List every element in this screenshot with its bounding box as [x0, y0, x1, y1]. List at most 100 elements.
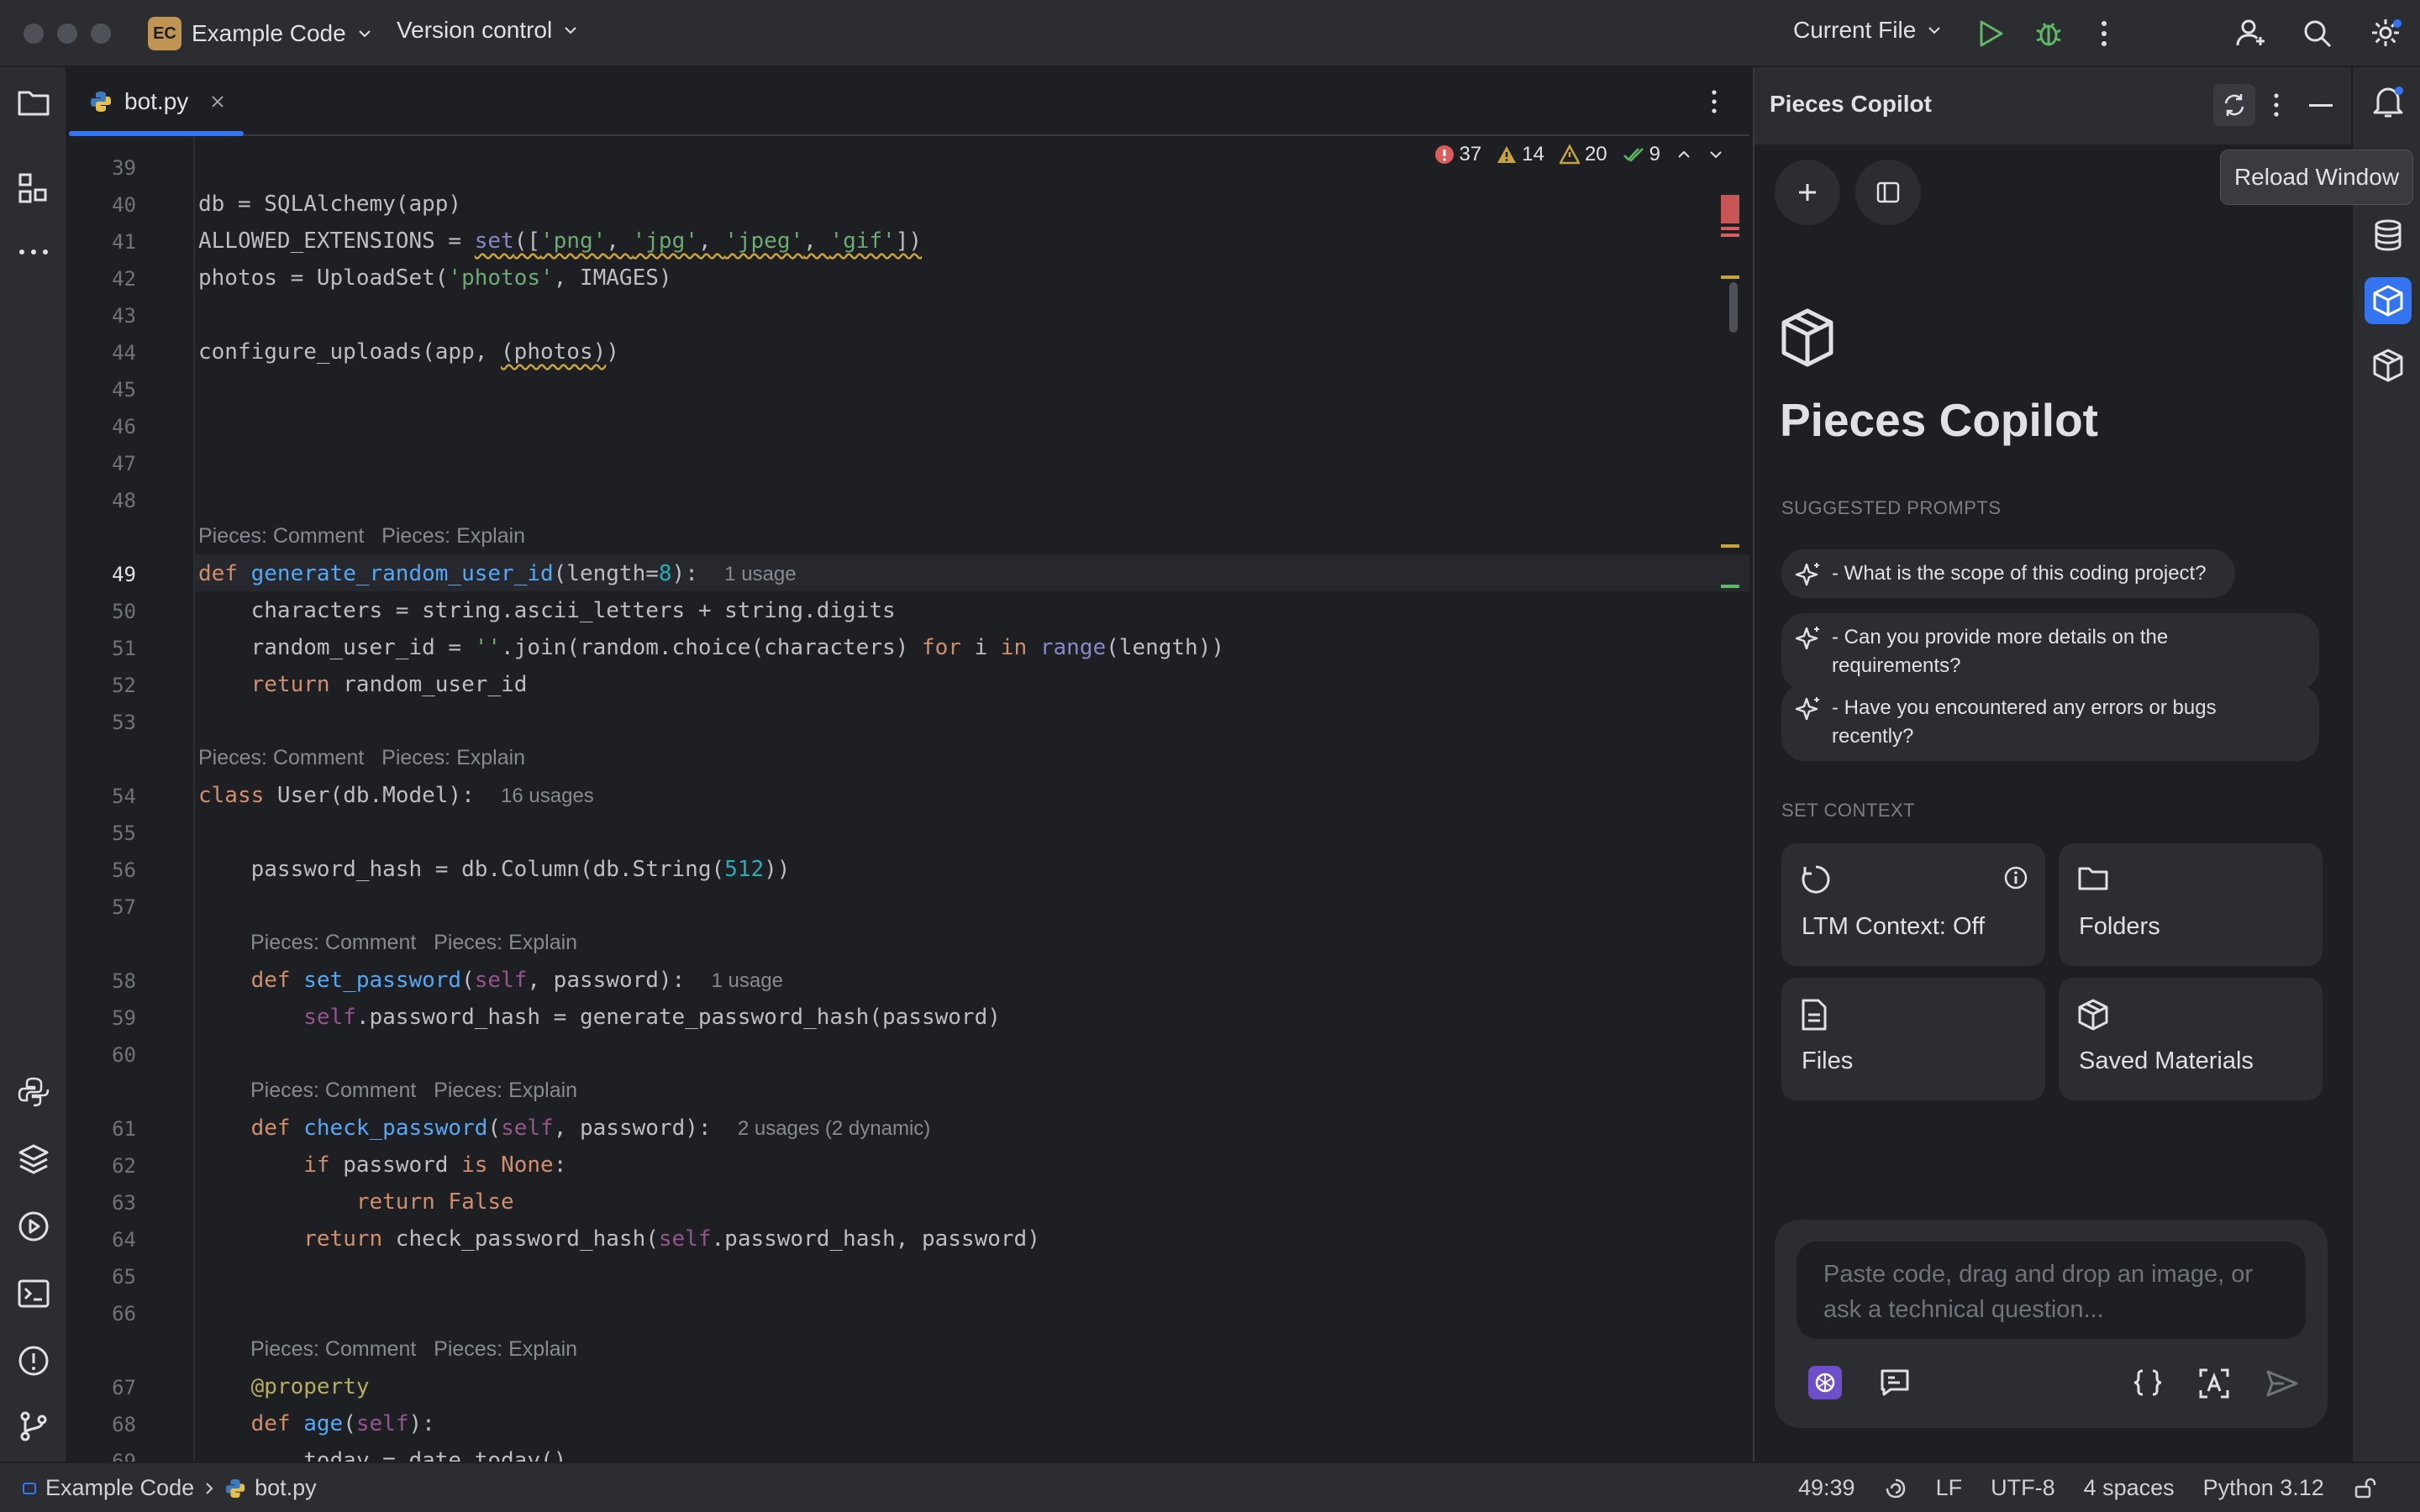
- toggle-sidebar-button[interactable]: [1855, 160, 1921, 225]
- error-count-value: 37: [1459, 143, 1482, 165]
- pieces-comment-link[interactable]: Pieces: Comment: [198, 746, 364, 769]
- indent-setting[interactable]: 4 spaces: [2084, 1475, 2175, 1501]
- hide-panel-button[interactable]: [2309, 104, 2333, 108]
- vcs-selector[interactable]: Version control: [397, 17, 579, 44]
- project-selector[interactable]: EC Example Code: [148, 17, 373, 50]
- send-button[interactable]: [2265, 1369, 2299, 1398]
- suggested-prompt[interactable]: - Have you encountered any errors or bug…: [1781, 684, 2319, 761]
- services-tool-button[interactable]: [17, 1210, 50, 1243]
- run-config-selector[interactable]: Current File: [1793, 17, 1943, 44]
- pieces-explain-link[interactable]: Pieces: Explain: [381, 746, 525, 769]
- breadcrumb-file[interactable]: bot.py: [255, 1475, 317, 1501]
- structure-tool-button[interactable]: [17, 171, 50, 205]
- more-actions-button[interactable]: [2096, 20, 2112, 47]
- image-text-button[interactable]: [2198, 1368, 2230, 1399]
- line-number: 41: [112, 230, 136, 254]
- pieces-logo: [1780, 307, 1835, 368]
- pieces-explain-link[interactable]: Pieces: Explain: [434, 1337, 577, 1361]
- layers-tool-button[interactable]: [17, 1142, 50, 1176]
- breadcrumb-project[interactable]: Example Code: [45, 1475, 194, 1501]
- minimize-window-button[interactable]: [57, 24, 77, 44]
- python-icon: [18, 1077, 50, 1107]
- usage-hint[interactable]: 2 usages (2 dynamic): [738, 1117, 930, 1140]
- chat-input[interactable]: Paste code, drag and drop an image, or a…: [1797, 1242, 2306, 1339]
- pieces-drive-tool-button[interactable]: [2371, 348, 2405, 383]
- ai-assistant-icon[interactable]: [1884, 1477, 1907, 1500]
- line-ending[interactable]: LF: [1936, 1475, 1963, 1501]
- chevron-down-icon: [358, 30, 371, 38]
- chevron-down-icon[interactable]: [1707, 146, 1724, 163]
- python-file-icon: [91, 92, 111, 112]
- python-packages-button[interactable]: [17, 1075, 50, 1109]
- files-context-card[interactable]: Files: [1781, 978, 2045, 1100]
- line-number-current: 49: [112, 563, 136, 586]
- line-number: 43: [112, 304, 136, 328]
- notifications-button[interactable]: [2371, 84, 2405, 119]
- debug-button[interactable]: [2033, 18, 2064, 49]
- pieces-copilot-panel: Pieces Copilot Pieces Copilot SUGGESTED …: [1753, 67, 2351, 1462]
- new-chat-button[interactable]: [1775, 160, 1840, 225]
- database-tool-button[interactable]: [2371, 218, 2405, 252]
- prompt-text: - Can you provide more details on the re…: [1832, 626, 2169, 677]
- usage-hint[interactable]: 16 usages: [501, 785, 594, 807]
- terminal-tool-button[interactable]: [17, 1277, 50, 1310]
- panel-title: Pieces Copilot: [1770, 91, 1932, 117]
- caret-position[interactable]: 49:39: [1798, 1475, 1855, 1501]
- editor-tab-bot-py[interactable]: bot.py: [69, 67, 245, 136]
- pieces-comment-link[interactable]: Pieces: Comment: [198, 524, 364, 548]
- more-vertical-icon: [1712, 90, 1717, 113]
- run-button[interactable]: [1976, 18, 2005, 49]
- git-tool-button[interactable]: [17, 1410, 50, 1443]
- usage-hint[interactable]: 1 usage: [724, 563, 796, 585]
- pieces-explain-link[interactable]: Pieces: Explain: [381, 524, 525, 548]
- more-tools-button[interactable]: [17, 247, 50, 257]
- suggested-prompt[interactable]: - Can you provide more details on the re…: [1781, 613, 2319, 690]
- usage-hint[interactable]: 1 usage: [712, 969, 783, 992]
- pieces-comment-link[interactable]: Pieces: Comment: [250, 931, 416, 954]
- pieces-comment-link[interactable]: Pieces: Comment: [250, 1337, 416, 1361]
- code-editor[interactable]: 39 40 41 42 43 44 45 46 47 48 49 50 51 5…: [69, 136, 1749, 1462]
- maximize-window-button[interactable]: [91, 24, 111, 44]
- pieces-comment-link[interactable]: Pieces: Comment: [250, 1079, 416, 1102]
- error-stripe[interactable]: [1718, 178, 1741, 682]
- insert-code-button[interactable]: [2131, 1368, 2165, 1398]
- settings-button[interactable]: [2370, 17, 2402, 49]
- close-window-button[interactable]: [24, 24, 44, 44]
- reload-window-button[interactable]: [2213, 84, 2255, 126]
- window-controls: [24, 24, 111, 44]
- pieces-explain-link[interactable]: Pieces: Explain: [434, 931, 577, 954]
- panel-options-button[interactable]: [2272, 92, 2281, 118]
- warning-icon: [1497, 146, 1517, 163]
- gutter-divider: [193, 136, 195, 1462]
- more-horizontal-icon: [19, 249, 48, 255]
- inspection-widget[interactable]: 37 14 20 9: [1434, 143, 1724, 166]
- python-interpreter[interactable]: Python 3.12: [2203, 1475, 2324, 1501]
- scrollbar-thumb[interactable]: [1729, 282, 1738, 333]
- pieces-copilot-tool-button[interactable]: [2365, 277, 2412, 324]
- suggested-prompt[interactable]: - What is the scope of this coding proje…: [1781, 549, 2235, 598]
- project-tool-button[interactable]: [17, 87, 50, 118]
- pieces-explain-link[interactable]: Pieces: Explain: [434, 1079, 577, 1102]
- saved-materials-context-card[interactable]: Saved Materials: [2059, 978, 2323, 1100]
- info-icon[interactable]: [2003, 865, 2028, 890]
- editor-tabs-menu-button[interactable]: [1709, 89, 1719, 114]
- close-icon[interactable]: [210, 94, 225, 109]
- code-line: return False: [355, 1189, 514, 1215]
- search-button[interactable]: [2302, 18, 2333, 49]
- database-icon: [2375, 219, 2402, 251]
- python-file-icon: [225, 1478, 245, 1498]
- unlock-icon[interactable]: [2353, 1477, 2376, 1500]
- panel-header: Pieces Copilot: [1754, 67, 2351, 144]
- folders-context-card[interactable]: Folders: [2059, 843, 2323, 966]
- ltm-context-card[interactable]: LTM Context: Off: [1781, 843, 2045, 966]
- chat-mode-button[interactable]: [1879, 1368, 1911, 1398]
- folder-icon: [2078, 867, 2108, 890]
- code-line: password_hash = db.Column(db.String(512)…: [198, 857, 791, 882]
- model-selector-button[interactable]: [1808, 1366, 1842, 1399]
- more-vertical-icon: [2274, 93, 2279, 117]
- add-user-button[interactable]: [2235, 17, 2267, 49]
- chevron-up-icon[interactable]: [1676, 146, 1692, 163]
- file-encoding[interactable]: UTF-8: [1991, 1475, 2055, 1501]
- problems-tool-button[interactable]: [17, 1344, 50, 1378]
- code-line: @property: [250, 1374, 370, 1399]
